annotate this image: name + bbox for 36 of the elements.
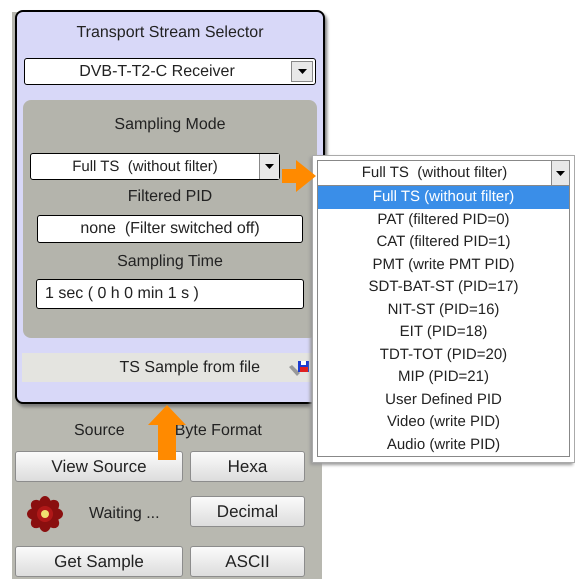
panel-title: Transport Stream Selector (76, 23, 264, 43)
status-text: Waiting ... (89, 504, 160, 524)
dropdown-arrow-button[interactable] (259, 154, 279, 179)
flower-icon (27, 496, 63, 532)
dropdown-option[interactable]: User Defined PID (318, 388, 569, 411)
dropdown-option[interactable]: Video (write PID) (318, 411, 569, 434)
push-button[interactable]: Hexa (190, 451, 305, 482)
dropdown-option[interactable]: TDT-TOT (PID=20) (318, 344, 569, 366)
push-button[interactable]: ASCII (190, 546, 305, 577)
caret-icon (298, 69, 306, 74)
source-label: Source (74, 421, 125, 441)
receiver-dropdown[interactable]: DVB-T-T2-C Receiver (24, 58, 316, 85)
right-arrow-icon (282, 160, 316, 192)
dropdown-option[interactable]: Audio (write PID) (318, 434, 569, 456)
dropdown-option[interactable]: MIP (PID=21) (318, 366, 569, 388)
filtered-pid-field[interactable]: none (Filter switched off) (37, 215, 303, 243)
push-button[interactable]: View Source (15, 451, 183, 482)
dropdown-arrow-button[interactable] (551, 161, 569, 185)
floppy-disk-icon (288, 358, 310, 376)
sampling-mode-dropdown[interactable]: Full TS (without filter) (30, 153, 280, 180)
sampling-mode-label: Sampling Mode (114, 115, 226, 135)
dropdown-arrow-button[interactable] (291, 61, 313, 82)
dropdown-option[interactable]: PAT (filtered PID=0) (318, 208, 569, 231)
dropdown-option[interactable]: CAT (filtered PID=1) (318, 231, 569, 254)
dropdown-option[interactable]: NIT-ST (PID=16) (318, 298, 569, 321)
caret-icon (265, 164, 274, 169)
dropdown-option[interactable]: PMT (write PMT PID) (318, 254, 569, 276)
popup-dropdown-field[interactable]: Full TS (without filter) (317, 160, 570, 186)
sampling-time-label: Sampling Time (117, 252, 223, 272)
filtered-pid-label: Filtered PID (128, 187, 212, 207)
dropdown-option[interactable]: EIT (PID=18) (318, 321, 569, 344)
push-button[interactable]: Get Sample (15, 546, 183, 577)
sampling-time-field[interactable]: 1 sec ( 0 h 0 min 1 s ) (36, 279, 304, 309)
push-button[interactable]: Decimal (190, 496, 305, 527)
caret-icon (556, 170, 565, 176)
dropdown-option[interactable]: SDT-BAT-ST (PID=17) (318, 276, 569, 298)
